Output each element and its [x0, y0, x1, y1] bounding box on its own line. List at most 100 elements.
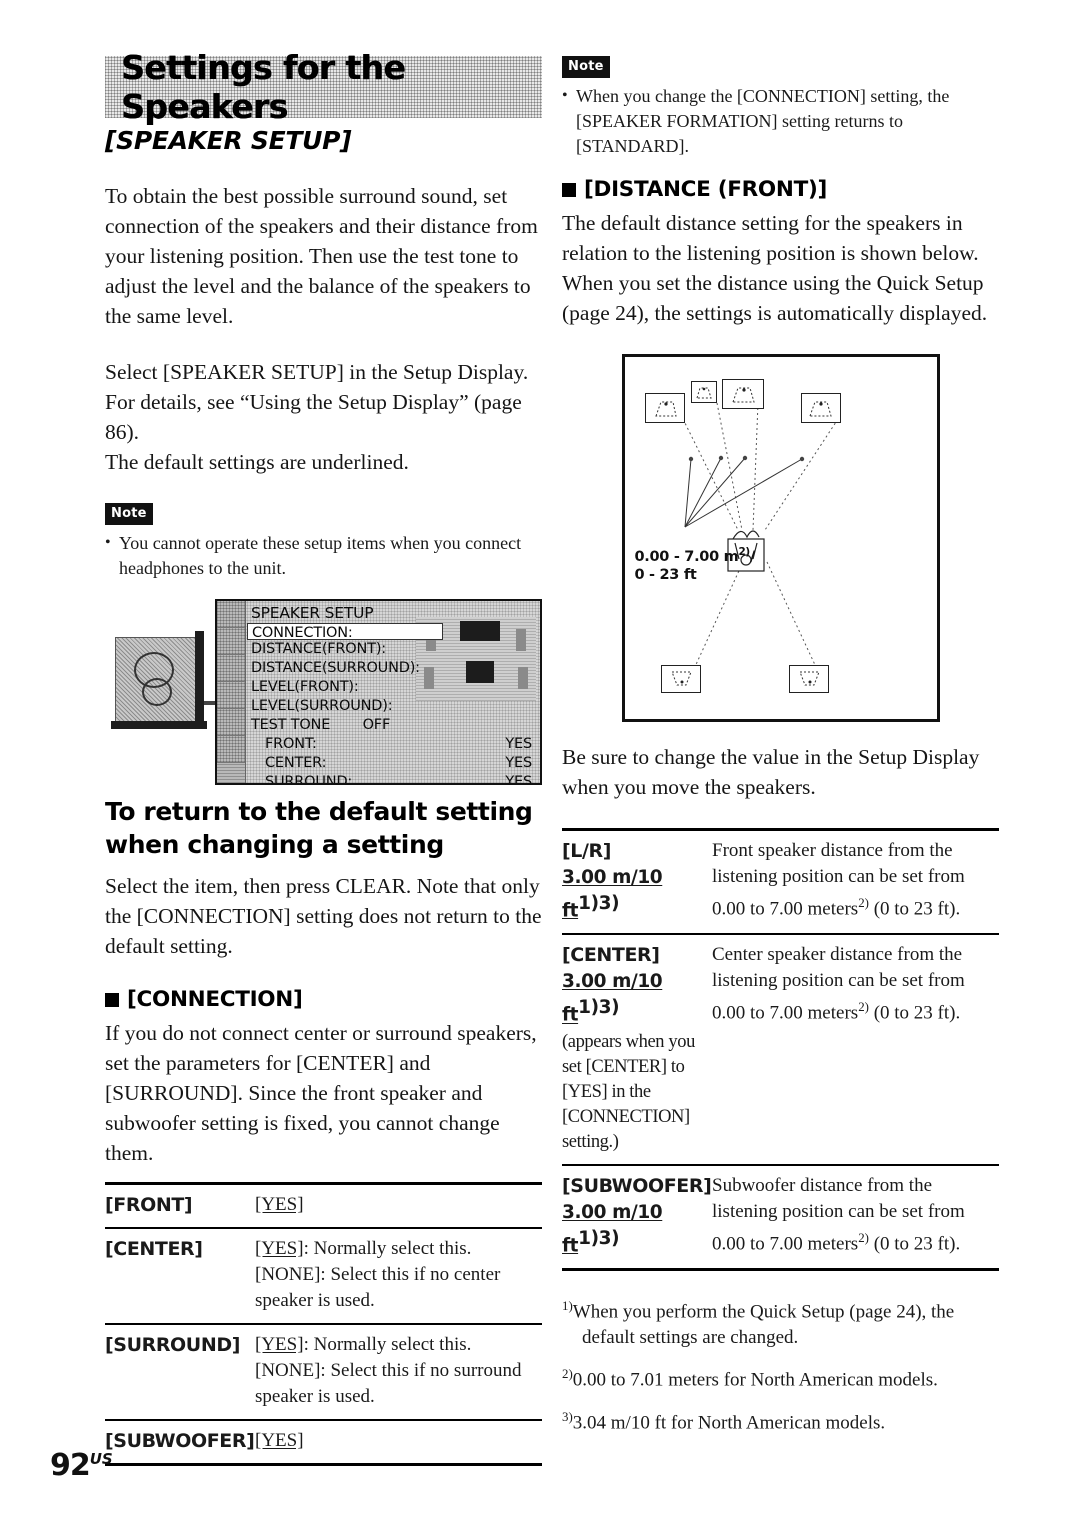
table-row: [SUBWOOFER] [YES]	[105, 1419, 542, 1466]
range-metric-sup: 2)	[738, 546, 750, 558]
osd-menu-item-center[interactable]: CENTER: YES	[247, 754, 538, 773]
left-column: Settings for the Speakers [SPEAKER SETUP…	[105, 48, 542, 1466]
row-key-default-sup: 1)3)	[578, 893, 620, 914]
osd-row-value: YES	[505, 736, 532, 752]
value-alt: [NONE]: Select this if no surround speak…	[255, 1360, 522, 1407]
osd-sidebar-block	[217, 736, 245, 763]
row-value: Subwoofer distance from the listening po…	[712, 1163, 999, 1271]
osd-row-label: DISTANCE(FRONT):	[251, 641, 386, 657]
range-metric: 0.00 - 7.00 m	[634, 548, 739, 565]
tv-stand	[195, 631, 204, 729]
footnote-item: 3)3.04 m/10 ft for North American models…	[562, 1404, 999, 1436]
osd-row-label: SURROUND:	[265, 774, 353, 785]
distance-range-label: 0.00 - 7.00 m2)/ 0 - 23 ft	[634, 543, 756, 584]
page-number-suffix: US	[89, 1450, 113, 1468]
note-badge-left: Note	[105, 503, 153, 525]
note-badge-right: Note	[562, 56, 610, 78]
row-key-note: (appears when you set [CENTER] to [YES] …	[562, 1031, 695, 1152]
right-column: Note When you change the [CONNECTION] se…	[562, 56, 999, 1446]
osd-row-label: CONNECTION:	[252, 625, 353, 641]
table-row: [FRONT] [YES]	[105, 1182, 542, 1228]
center-speaker-icon	[721, 379, 764, 409]
row-value: [YES]	[255, 1182, 542, 1228]
footnote-number: 3)	[562, 1408, 573, 1424]
desc-post: (0 to 23 ft).	[868, 1002, 961, 1024]
osd-menu: SPEAKER SETUP CONNECTION: DISTANCE(FRONT…	[247, 603, 538, 783]
connection-heading-label: [CONNECTION]	[127, 987, 303, 1012]
note-list-left: You cannot operate these setup items whe…	[105, 530, 542, 581]
table-row: [CENTER] [YES]: Normally select this. [N…	[105, 1227, 542, 1324]
page-number: 92US	[50, 1448, 113, 1483]
osd-menu-item-level-front[interactable]: LEVEL(FRONT):	[247, 678, 538, 697]
table-row: [SUBWOOFER] 3.00 m/10 ft1)3) Subwoofer d…	[562, 1163, 999, 1271]
connection-body: If you do not connect center or surround…	[105, 1021, 537, 1165]
range-metric-tail: /	[749, 548, 755, 565]
distance-front-heading-label: [DISTANCE (FRONT)]	[584, 177, 827, 202]
manual-page: Settings for the Speakers [SPEAKER SETUP…	[0, 0, 1080, 1533]
front-right-speaker-icon	[800, 393, 841, 423]
row-key-default-sup: 1)3)	[578, 1227, 620, 1249]
table-row: [SURROUND] [YES]: Normally select this. …	[105, 1323, 542, 1420]
row-value: [YES]: Normally select this. [NONE]: Sel…	[255, 1227, 542, 1324]
value-rest: : Normally select this.	[303, 1238, 472, 1259]
row-key: [L/R] 3.00 m/10 ft1)3)	[562, 828, 712, 935]
row-value: [YES]: Normally select this. [NONE]: Sel…	[255, 1323, 542, 1420]
row-key-label: [L/R]	[562, 840, 612, 862]
footnote-number: 2)	[562, 1366, 573, 1382]
osd-menu-item-level-surround[interactable]: LEVEL(SURROUND):	[247, 697, 538, 716]
osd-menu-item-connection[interactable]: CONNECTION:	[247, 623, 443, 641]
tv-body	[115, 637, 201, 723]
footnote-text: When you perform the Quick Setup (page 2…	[572, 1301, 955, 1349]
page-number-value: 92	[50, 1448, 91, 1483]
speaker-placement-diagram: 0.00 - 7.00 m2)/ 0 - 23 ft	[621, 354, 940, 722]
default-value: [YES]	[255, 1194, 304, 1215]
range-imperial: 0 - 23 ft	[634, 566, 697, 583]
osd-row-label: CENTER:	[265, 755, 327, 771]
osd-menu-item-distance-surround[interactable]: DISTANCE(SURROUND):	[247, 659, 538, 678]
intro-paragraph-3: The default settings are underlined.	[105, 450, 409, 474]
note-list-right: When you change the [CONNECTION] setting…	[562, 83, 999, 159]
osd-row-label: LEVEL(SURROUND):	[251, 698, 393, 714]
tv-base	[111, 721, 207, 729]
connection-heading: [CONNECTION]	[105, 987, 542, 1012]
row-value: Front speaker distance from the listenin…	[712, 828, 999, 935]
rear-right-speaker-icon	[788, 665, 829, 693]
front-left-speaker-icon	[644, 393, 685, 423]
row-key-label: [SUBWOOFER]	[562, 1174, 712, 1197]
value-rest: : Normally select this.	[303, 1334, 472, 1355]
connection-table: [FRONT] [YES] [CENTER] [YES]: Normally s…	[105, 1182, 542, 1466]
row-key: [FRONT]	[105, 1182, 255, 1228]
footnote-item: 2)0.00 to 7.01 meters for North American…	[562, 1361, 999, 1393]
speaker-setup-osd-figure: SPEAKER SETUP CONNECTION: DISTANCE(FRONT…	[105, 599, 542, 789]
note-item: You cannot operate these setup items whe…	[105, 530, 542, 581]
square-bullet-icon	[105, 992, 119, 1007]
osd-menu-item-distance-front[interactable]: DISTANCE(FRONT):	[247, 640, 538, 659]
osd-menu-item-front[interactable]: FRONT: YES	[247, 735, 538, 754]
osd-row-value: YES	[505, 755, 532, 771]
osd-row-label: TEST TONE	[251, 717, 331, 733]
square-bullet-icon	[562, 182, 576, 197]
table-row: [CENTER] 3.00 m/10 ft1)3) (appears when …	[562, 933, 999, 1165]
distance-front-heading: [DISTANCE (FRONT)]	[562, 177, 999, 202]
default-value: [YES]	[255, 1430, 304, 1451]
osd-row-value: YES	[505, 774, 532, 785]
row-key: [CENTER]	[105, 1227, 255, 1324]
footnote-text: 0.00 to 7.01 meters for North American m…	[572, 1369, 938, 1391]
osd-row-label: LEVEL(FRONT):	[251, 679, 359, 695]
osd-menu-item-test-tone[interactable]: TEST TONE OFF	[247, 716, 538, 735]
intro-paragraph-2: Select [SPEAKER SETUP] in the Setup Disp…	[105, 360, 529, 444]
osd-row-label: DISTANCE(SURROUND):	[251, 660, 420, 676]
desc-post: (0 to 23 ft).	[868, 898, 961, 920]
footnote-item: 1)When you perform the Quick Setup (page…	[562, 1293, 999, 1351]
distance-table: [L/R] 3.00 m/10 ft1)3) Front speaker dis…	[562, 828, 999, 1271]
osd-sidebar	[217, 601, 246, 783]
osd-sidebar-block	[217, 628, 245, 655]
tv-illustration-icon	[109, 629, 247, 739]
row-key-default-sup: 1)3)	[578, 997, 620, 1019]
row-value: [YES]	[255, 1419, 542, 1466]
osd-screen: SPEAKER SETUP CONNECTION: DISTANCE(FRONT…	[215, 599, 542, 785]
after-diagram-body: Be sure to change the value in the Setup…	[562, 745, 980, 799]
rear-left-speaker-icon	[660, 665, 701, 693]
default-setting-heading: To return to the default setting when ch…	[105, 795, 542, 861]
osd-menu-item-surround[interactable]: SURROUND: YES	[247, 773, 538, 785]
